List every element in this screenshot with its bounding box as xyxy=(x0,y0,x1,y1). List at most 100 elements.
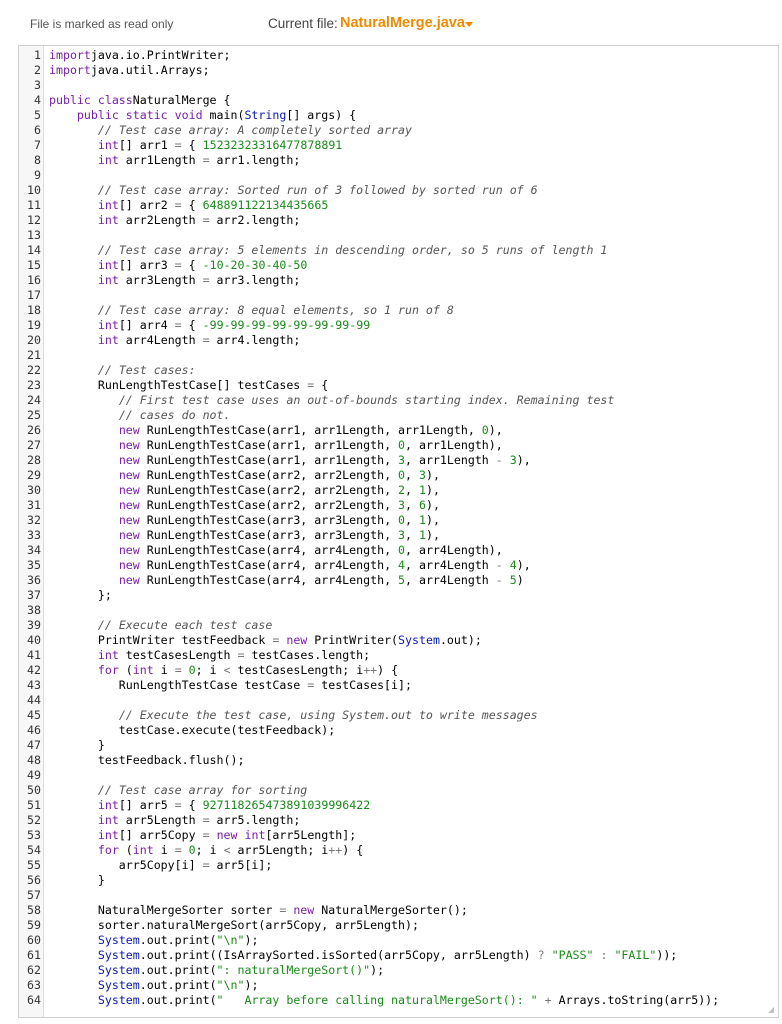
code-line[interactable]: 24 // First test case uses an out-of-bou… xyxy=(19,393,778,408)
code-line[interactable]: 51 int[] arr5 = { 9271182654738910399964… xyxy=(19,798,778,813)
line-text: System.out.print(" Array before calling … xyxy=(49,993,719,1008)
code-line[interactable]: 53 int[] arr5Copy = new int[arr5Length]; xyxy=(19,828,778,843)
code-line[interactable]: 26 new RunLengthTestCase(arr1, arr1Lengt… xyxy=(19,423,778,438)
code-line[interactable]: 7 int[] arr1 = { 15232323316477878891 xyxy=(19,138,778,153)
code-line[interactable]: 48 testFeedback.flush(); xyxy=(19,753,778,768)
line-text: // Test case array: Sorted run of 3 foll… xyxy=(49,183,538,198)
code-line[interactable]: 30 new RunLengthTestCase(arr2, arr2Lengt… xyxy=(19,483,778,498)
code-token: RunLengthTestCase(arr2, arr2Length, xyxy=(139,483,399,497)
code-line[interactable]: 36 new RunLengthTestCase(arr4, arr4Lengt… xyxy=(19,573,778,588)
chevron-down-icon[interactable] xyxy=(465,22,473,27)
code-line[interactable]: 39 // Execute each test case xyxy=(19,618,778,633)
code-line[interactable]: 56 } xyxy=(19,873,778,888)
code-line[interactable]: 32 new RunLengthTestCase(arr3, arr3Lengt… xyxy=(19,513,778,528)
line-number: 14 xyxy=(27,243,41,257)
code-line[interactable]: 25 // cases do not. xyxy=(19,408,778,423)
code-token: System xyxy=(97,993,140,1007)
code-line[interactable]: 54 for (int i = 0; i < arr5Length; i++) … xyxy=(19,843,778,858)
code-line[interactable]: 13 xyxy=(19,228,778,243)
code-line[interactable]: 62 System.out.print(": naturalMergeSort(… xyxy=(19,963,778,978)
code-line[interactable]: 4 public classNaturalMerge { xyxy=(19,93,778,108)
line-number: 42 xyxy=(27,663,41,677)
code-line[interactable]: 55 arr5Copy[i] = arr5[i]; xyxy=(19,858,778,873)
code-line[interactable]: 50 // Test case array for sorting xyxy=(19,783,778,798)
code-line[interactable]: 10 // Test case array: Sorted run of 3 f… xyxy=(19,183,778,198)
code-line[interactable]: 33 new RunLengthTestCase(arr3, arr3Lengt… xyxy=(19,528,778,543)
code-line[interactable]: 40 PrintWriter testFeedback = new PrintW… xyxy=(19,633,778,648)
code-line[interactable]: 42 for (int i = 0; i < testCasesLength; … xyxy=(19,663,778,678)
code-token: { xyxy=(181,198,203,212)
code-token: ), xyxy=(516,453,531,467)
line-number: 45 xyxy=(27,708,41,722)
code-line[interactable]: 44 xyxy=(19,693,778,708)
code-token: arr2Length xyxy=(118,213,203,227)
code-line[interactable]: 34 new RunLengthTestCase(arr4, arr4Lengt… xyxy=(19,543,778,558)
code-line[interactable]: 37 }; xyxy=(19,588,778,603)
code-line[interactable]: 1 importjava.io.PrintWriter; xyxy=(19,48,778,63)
code-line[interactable]: 15 int[] arr3 = { -10-20-30-40-50 xyxy=(19,258,778,273)
code-line[interactable]: 12 int arr2Length = arr2.length; xyxy=(19,213,778,228)
current-file-dropdown[interactable]: NaturalMerge.java xyxy=(340,15,465,31)
code-token: RunLengthTestCase(arr4, arr4Length, xyxy=(139,558,399,572)
line-number: 43 xyxy=(27,678,41,692)
code-area[interactable]: 1 importjava.io.PrintWriter; 2 importjava.u… xyxy=(19,48,778,1008)
code-line[interactable]: 46 testCase.execute(testFeedback); xyxy=(19,723,778,738)
code-line[interactable]: 59 sorter.naturalMergeSort(arr5Copy, arr… xyxy=(19,918,778,933)
code-line[interactable]: 16 int arr3Length = arr3.length; xyxy=(19,273,778,288)
code-token: 4 xyxy=(398,558,406,572)
code-token: ( xyxy=(118,843,133,857)
code-line[interactable]: 14 // Test case array: 5 elements in des… xyxy=(19,243,778,258)
code-line[interactable]: 41 int testCasesLength = testCases.lengt… xyxy=(19,648,778,663)
code-line[interactable]: 18 // Test case array: 8 equal elements,… xyxy=(19,303,778,318)
code-token: for xyxy=(97,843,119,857)
code-token: 0 xyxy=(398,468,406,482)
code-line[interactable]: 64 System.out.print(" Array before calli… xyxy=(19,993,778,1008)
code-line[interactable]: 5 public static void main(String[] args)… xyxy=(19,108,778,123)
code-line[interactable]: 29 new RunLengthTestCase(arr2, arr2Lengt… xyxy=(19,468,778,483)
code-line[interactable]: 31 new RunLengthTestCase(arr2, arr2Lengt… xyxy=(19,498,778,513)
code-line[interactable]: 60 System.out.print("\n"); xyxy=(19,933,778,948)
code-line[interactable]: 35 new RunLengthTestCase(arr4, arr4Lengt… xyxy=(19,558,778,573)
code-line[interactable]: 23 RunLengthTestCase[] testCases = { xyxy=(19,378,778,393)
code-line[interactable]: 28 new RunLengthTestCase(arr1, arr1Lengt… xyxy=(19,453,778,468)
code-line[interactable]: 61 System.out.print((IsArraySorted.isSor… xyxy=(19,948,778,963)
code-line[interactable]: 43 RunLengthTestCase testCase = testCase… xyxy=(19,678,778,693)
code-line[interactable]: 20 int arr4Length = arr4.length; xyxy=(19,333,778,348)
code-line[interactable]: 63 System.out.print("\n"); xyxy=(19,978,778,993)
code-line[interactable]: 17 xyxy=(19,288,778,303)
code-line[interactable]: 8 int arr1Length = arr1.length; xyxy=(19,153,778,168)
code-line[interactable]: 49 xyxy=(19,768,778,783)
code-line[interactable]: 58 NaturalMergeSorter sorter = new Natur… xyxy=(19,903,778,918)
code-editor[interactable]: 1 importjava.io.PrintWriter; 2 importjava.u… xyxy=(18,45,779,1018)
resize-handle-icon[interactable] xyxy=(768,1007,774,1013)
code-line[interactable]: 11 int[] arr2 = { 648891122134435665 xyxy=(19,198,778,213)
code-line[interactable]: 21 xyxy=(19,348,778,363)
code-line[interactable]: 47 } xyxy=(19,738,778,753)
code-token: RunLengthTestCase(arr4, arr4Length, xyxy=(139,573,399,587)
code-line[interactable]: 2 importjava.util.Arrays; xyxy=(19,63,778,78)
code-line[interactable]: 27 new RunLengthTestCase(arr1, arr1Lengt… xyxy=(19,438,778,453)
code-line[interactable]: 3 xyxy=(19,78,778,93)
code-token: int xyxy=(97,213,119,227)
code-line[interactable]: 45 // Execute the test case, using Syste… xyxy=(19,708,778,723)
code-line[interactable]: 38 xyxy=(19,603,778,618)
code-token: ), xyxy=(425,528,440,542)
code-line[interactable]: 9 xyxy=(19,168,778,183)
code-token: RunLengthTestCase(arr2, arr2Length, xyxy=(139,498,399,512)
line-number: 31 xyxy=(27,498,41,512)
code-line[interactable]: 57 xyxy=(19,888,778,903)
line-text: new RunLengthTestCase(arr4, arr4Length, … xyxy=(49,573,524,588)
code-line[interactable]: 52 int arr5Length = arr5.length; xyxy=(19,813,778,828)
code-token: // Test case array for sorting xyxy=(97,783,308,797)
code-token: 34 xyxy=(272,198,287,212)
code-line[interactable]: 6 // Test case array: A completely sorte… xyxy=(19,123,778,138)
line-number: 50 xyxy=(27,783,41,797)
code-line[interactable]: 19 int[] arr4 = { -99-99-99-99-99-99-99-… xyxy=(19,318,778,333)
line-text: importjava.util.Arrays; xyxy=(49,63,210,78)
code-line[interactable]: 22 // Test cases: xyxy=(19,363,778,378)
